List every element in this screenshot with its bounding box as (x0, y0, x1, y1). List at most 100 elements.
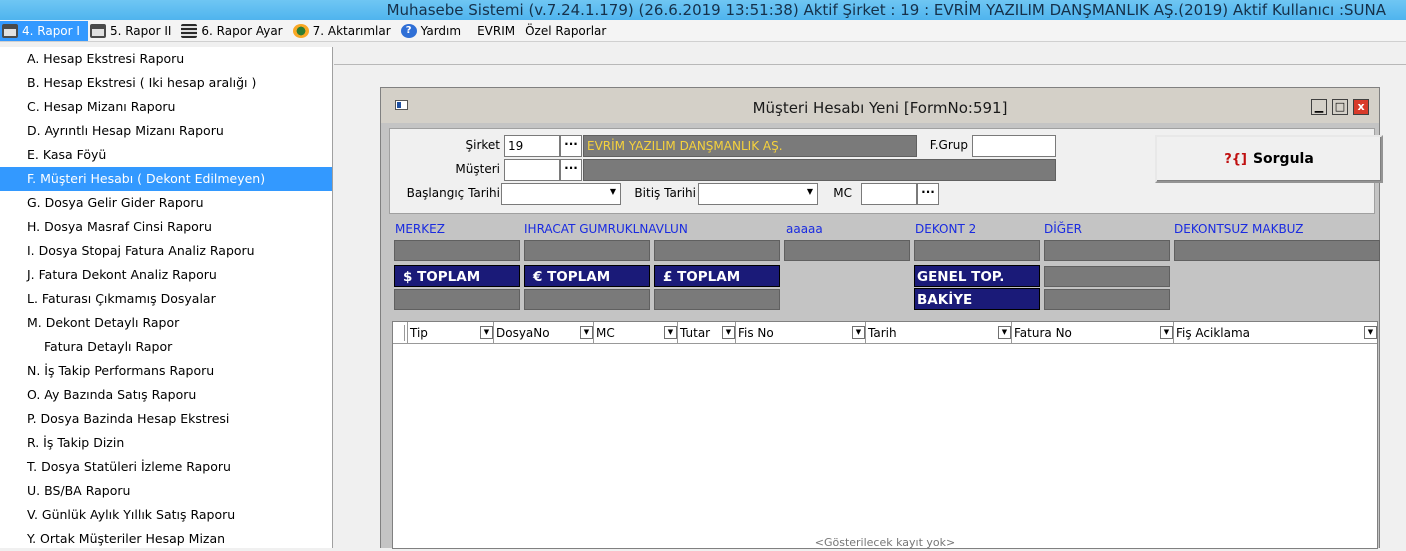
menu-ozel-raporlar[interactable]: Özel Raporlar (523, 21, 614, 41)
menu-yardim[interactable]: ? Yardım (399, 21, 469, 41)
settings-icon (181, 23, 198, 38)
sidebar-item[interactable]: T. Dosya Statüleri İzleme Raporu (0, 455, 332, 479)
summary-header-dekont2: DEKONT 2 (915, 222, 977, 236)
sidebar-item[interactable]: Fatura Detaylı Rapor (0, 335, 332, 359)
maximize-button[interactable]: □ (1332, 99, 1348, 115)
menu-rapor-ayar[interactable]: 6. Rapor Ayar (179, 21, 290, 41)
sidebar-item[interactable]: M. Dekont Detaylı Rapor (0, 311, 332, 335)
minimize-button[interactable]: ▁ (1311, 99, 1327, 115)
summary-value-navlun (654, 240, 780, 261)
mc-lookup-button[interactable]: ··· (917, 183, 939, 205)
fgrup-label: F.Grup (929, 138, 968, 152)
sidebar-item[interactable]: I. Dosya Stopaj Fatura Analiz Raporu (0, 239, 332, 263)
sidebar-item[interactable]: J. Fatura Dekont Analiz Raporu (0, 263, 332, 287)
musteri-name-field (583, 159, 1056, 181)
menu-evrim[interactable]: EVRIM (469, 21, 523, 41)
menu-label: Özel Raporlar (525, 23, 607, 38)
bitis-tarihi-label: Bitiş Tarihi (634, 186, 696, 200)
baslangic-tarihi-picker[interactable] (501, 183, 621, 205)
summary-value-dekontsuz-makbuz (1174, 240, 1380, 261)
sidebar-item[interactable]: N. İş Takip Performans Raporu (0, 359, 332, 383)
menu-aktarimlar[interactable]: 7. Aktarımlar (291, 21, 399, 41)
total-gbp-value (654, 289, 780, 310)
summary-header-diger: DİĞER (1044, 222, 1082, 236)
sidebar-item[interactable]: O. Ay Bazında Satış Raporu (0, 383, 332, 407)
column-header-tarih[interactable]: Tarih ▼ (865, 322, 1011, 343)
musteri-code-input[interactable] (504, 159, 560, 181)
filter-dropdown-icon[interactable]: ▼ (1364, 326, 1377, 339)
window-title: Müşteri Hesabı Yeni [FormNo:591] (752, 99, 1008, 117)
row-indicator (395, 325, 405, 341)
column-header-dosyano[interactable]: DosyaNo ▼ (493, 322, 593, 343)
column-header-fisno[interactable]: Fis No ▼ (735, 322, 865, 343)
column-header-tip[interactable]: Tip ▼ (407, 322, 493, 343)
filter-dropdown-icon[interactable]: ▼ (664, 326, 677, 339)
filter-dropdown-icon[interactable]: ▼ (722, 326, 735, 339)
menu-rapor-1[interactable]: 4. Rapor I (0, 20, 88, 41)
sirket-name-field: EVRİM YAZILIM DANŞMANLIK AŞ. (583, 135, 917, 157)
column-label: Fis No (738, 325, 774, 340)
menu-rapor-2[interactable]: 5. Rapor II (88, 21, 179, 41)
menu-label: 6. Rapor Ayar (201, 23, 283, 38)
sidebar-item[interactable]: B. Hesap Ekstresi ( Iki hesap aralığı ) (0, 71, 332, 95)
column-label: Tip (410, 325, 428, 340)
sirket-code-input[interactable]: 19 (504, 135, 560, 157)
column-header-mc[interactable]: MC ▼ (593, 322, 677, 343)
filter-dropdown-icon[interactable]: ▼ (852, 326, 865, 339)
column-header-tutar[interactable]: Tutar ▼ (677, 322, 735, 343)
sidebar-item[interactable]: A. Hesap Ekstresi Raporu (0, 47, 332, 71)
menu-bar: 4. Rapor I 5. Rapor II 6. Rapor Ayar 7. … (0, 20, 1406, 42)
printer-icon (2, 23, 18, 38)
grid-header: Tip ▼ DosyaNo ▼ MC ▼ Tutar ▼ Fis No ▼ Ta… (393, 322, 1377, 344)
summary-value-merkez (394, 240, 520, 261)
filter-dropdown-icon[interactable]: ▼ (580, 326, 593, 339)
help-icon: ? (400, 23, 417, 38)
total-eur-value (524, 289, 650, 310)
app-title-bar: Muhasebe Sistemi (v.7.24.1.179) (26.6.20… (0, 0, 1406, 20)
sidebar-item[interactable]: H. Dosya Masraf Cinsi Raporu (0, 215, 332, 239)
sidebar-item[interactable]: V. Günlük Aylık Yıllık Satış Raporu (0, 503, 332, 527)
sidebar-item[interactable]: D. Ayrıntlı Hesap Mizanı Raporu (0, 119, 332, 143)
genel-toplam-label: GENEL TOP. (914, 265, 1040, 287)
column-label: MC (596, 325, 615, 340)
menu-label: 4. Rapor I (22, 23, 80, 38)
sidebar-item[interactable]: E. Kasa Föyü (0, 143, 332, 167)
bakiye-label: BAKİYE (914, 288, 1040, 310)
total-usd-value (394, 289, 520, 310)
window-title-bar[interactable]: Müşteri Hesabı Yeni [FormNo:591] ▁ □ x (381, 88, 1379, 123)
transactions-grid: Tip ▼ DosyaNo ▼ MC ▼ Tutar ▼ Fis No ▼ Ta… (392, 321, 1378, 549)
mc-label: MC (833, 186, 852, 200)
sidebar-item[interactable]: R. İş Takip Dizin (0, 431, 332, 455)
musteri-lookup-button[interactable]: ··· (560, 159, 582, 181)
sorgula-label: Sorgula (1252, 151, 1314, 167)
filter-dropdown-icon[interactable]: ▼ (1160, 326, 1173, 339)
filter-dropdown-icon[interactable]: ▼ (998, 326, 1011, 339)
grid-empty-message: <Gösterilecek kayıt yok> (814, 536, 956, 549)
sidebar-item[interactable]: L. Faturası Çıkmamış Dosyalar (0, 287, 332, 311)
close-button[interactable]: x (1353, 99, 1369, 115)
sidebar-item[interactable]: P. Dosya Bazinda Hesap Ekstresi (0, 407, 332, 431)
workspace-divider (334, 64, 1406, 65)
sidebar-item[interactable]: Y. Ortak Müşteriler Hesap Mizan (0, 527, 332, 551)
menu-label: 7. Aktarımlar (312, 23, 391, 38)
genel-toplam-value (1044, 266, 1170, 287)
baslangic-tarihi-label: Başlangıç Tarihi (406, 186, 500, 200)
sirket-lookup-button[interactable]: ··· (560, 135, 582, 157)
sidebar-item[interactable]: U. BS/BA Raporu (0, 479, 332, 503)
bitis-tarihi-picker[interactable] (698, 183, 818, 205)
sidebar-item[interactable]: C. Hesap Mizanı Raporu (0, 95, 332, 119)
column-header-faturano[interactable]: Fatura No ▼ (1011, 322, 1173, 343)
mc-input[interactable] (861, 183, 917, 205)
sidebar-item[interactable]: G. Dosya Gelir Gider Raporu (0, 191, 332, 215)
sorgula-button[interactable]: ?{] Sorgula (1155, 135, 1383, 183)
summary-value-aaaaa (784, 240, 910, 261)
filter-dropdown-icon[interactable]: ▼ (480, 326, 493, 339)
sidebar-item-selected[interactable]: F. Müşteri Hesabı ( Dekont Edilmeyen) (0, 167, 332, 191)
menu-label: Yardım (420, 23, 462, 38)
summary-header-dekontsuz-makbuz: DEKONTSUZ MAKBUZ (1174, 222, 1304, 236)
total-usd-label: $ TOPLAM (394, 265, 520, 287)
summary-value-diger (1044, 240, 1170, 261)
column-header-fis-aciklama[interactable]: Fiş Aciklama ▼ (1173, 322, 1377, 343)
column-label: Fatura No (1014, 325, 1072, 340)
fgrup-input[interactable] (972, 135, 1056, 157)
